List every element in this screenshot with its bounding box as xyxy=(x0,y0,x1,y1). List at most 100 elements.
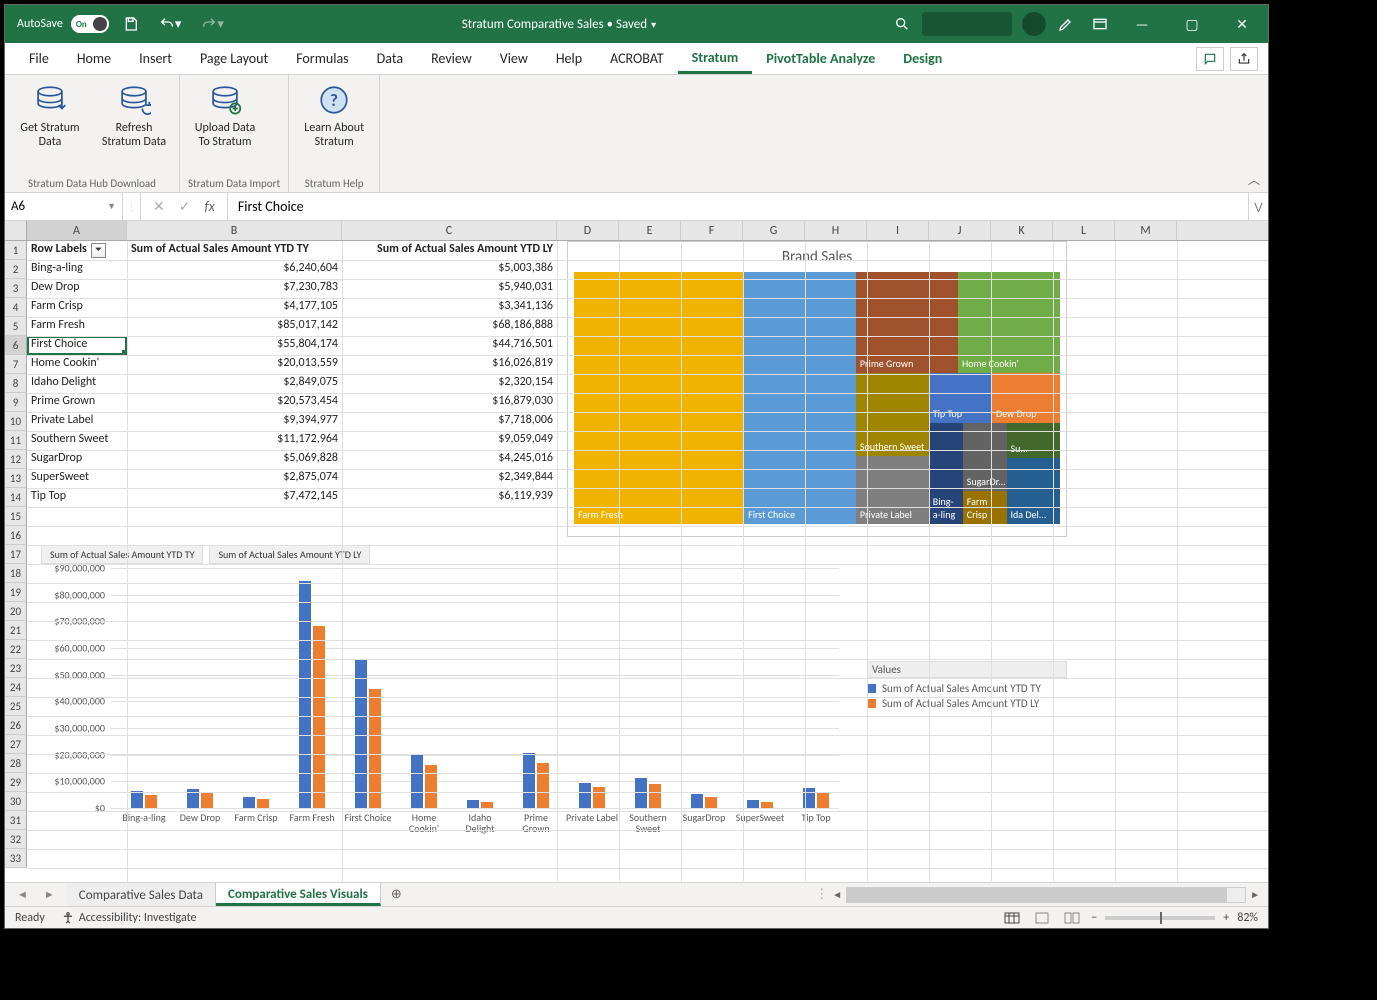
column-header[interactable]: C xyxy=(342,221,557,240)
value-cell[interactable]: $20,573,454 xyxy=(127,393,342,412)
row-label-cell[interactable]: Home Cookin' xyxy=(27,355,127,374)
bar[interactable] xyxy=(411,755,423,808)
bar[interactable] xyxy=(355,659,367,808)
treemap-block[interactable]: Dew Drop xyxy=(992,373,1060,423)
formula-input[interactable]: First Choice xyxy=(228,193,1248,220)
row-label-cell[interactable]: Idaho Delight xyxy=(27,374,127,393)
row-header[interactable]: 16 xyxy=(5,526,27,545)
ribbon-display-icon[interactable] xyxy=(1086,12,1114,36)
pen-icon[interactable] xyxy=(1052,12,1080,36)
row-header[interactable]: 10 xyxy=(5,412,27,431)
row-header[interactable]: 24 xyxy=(5,678,27,697)
redo-icon[interactable]: ▾ xyxy=(195,12,230,36)
value-cell[interactable]: $9,394,977 xyxy=(127,412,342,431)
row-header[interactable]: 31 xyxy=(5,811,27,830)
bar[interactable] xyxy=(593,787,605,808)
row-label-cell[interactable]: Farm Fresh xyxy=(27,317,127,336)
column-header[interactable]: I xyxy=(867,221,929,240)
column-header[interactable]: E xyxy=(619,221,681,240)
value-cell[interactable]: $11,172,964 xyxy=(127,431,342,450)
value-cell[interactable]: $5,003,386 xyxy=(342,260,557,279)
row-label-cell[interactable]: Prime Grown xyxy=(27,393,127,412)
horizontal-scrollbar[interactable] xyxy=(846,887,1246,903)
title-dropdown-icon[interactable]: ▾ xyxy=(651,18,656,31)
bar[interactable] xyxy=(313,626,325,808)
column-header[interactable]: M xyxy=(1115,221,1177,240)
bar[interactable] xyxy=(537,763,549,808)
tab-home[interactable]: Home xyxy=(63,43,125,74)
row-header[interactable]: 14 xyxy=(5,488,27,507)
fx-icon[interactable]: fx xyxy=(204,198,214,215)
value-cell[interactable]: $2,320,154 xyxy=(342,374,557,393)
treemap-block[interactable]: First Choice xyxy=(744,272,856,524)
tab-data[interactable]: Data xyxy=(363,43,417,74)
column-header[interactable]: H xyxy=(805,221,867,240)
tab-page-layout[interactable]: Page Layout xyxy=(186,43,282,74)
row-header[interactable]: 2 xyxy=(5,260,27,279)
row-header[interactable]: 23 xyxy=(5,659,27,678)
bar[interactable] xyxy=(201,792,213,808)
get-stratum-data-button[interactable]: Get Stratum Data xyxy=(13,79,87,150)
search-icon[interactable] xyxy=(888,12,916,36)
bar[interactable] xyxy=(705,797,717,808)
bar[interactable] xyxy=(257,799,269,808)
value-cell[interactable]: $4,177,105 xyxy=(127,298,342,317)
value-cell[interactable]: $20,013,559 xyxy=(127,355,342,374)
worksheet-grid[interactable]: ABCDEFGHIJKLM 12345678910111213141516171… xyxy=(5,221,1268,882)
accept-formula-icon[interactable]: ✓ xyxy=(179,198,191,215)
zoom-slider[interactable] xyxy=(1105,916,1215,920)
row-label-cell[interactable]: SuperSweet xyxy=(27,469,127,488)
bar[interactable] xyxy=(523,753,535,808)
account-name[interactable] xyxy=(922,12,1012,36)
bar-chart[interactable]: Sum of Actual Sales Amount YTD TYSum of … xyxy=(33,541,1067,847)
row-header[interactable]: 26 xyxy=(5,716,27,735)
row-header[interactable]: 3 xyxy=(5,279,27,298)
expand-formula-bar-icon[interactable]: ⋁ xyxy=(1248,193,1268,220)
column-header[interactable]: A xyxy=(27,221,127,240)
row-header[interactable]: 20 xyxy=(5,602,27,621)
row-header[interactable]: 22 xyxy=(5,640,27,659)
row-header[interactable]: 17 xyxy=(5,545,27,564)
treemap-block[interactable]: Tip Top xyxy=(929,373,992,423)
bar[interactable] xyxy=(747,800,759,808)
value-cell[interactable]: $55,804,174 xyxy=(127,336,342,355)
comments-button[interactable] xyxy=(1196,47,1224,71)
value-cell[interactable]: $7,230,783 xyxy=(127,279,342,298)
column-header[interactable]: B xyxy=(127,221,342,240)
row-header[interactable]: 19 xyxy=(5,583,27,602)
row-label-cell[interactable]: Tip Top xyxy=(27,488,127,507)
row-header[interactable]: 6 xyxy=(5,336,27,355)
treemap-block[interactable]: Home Cookin' xyxy=(958,272,1060,373)
zoom-in-icon[interactable]: + xyxy=(1223,911,1229,925)
close-button[interactable]: ✕ xyxy=(1220,5,1264,43)
tab-pivottable-analyze[interactable]: PivotTable Analyze xyxy=(752,43,889,74)
row-header[interactable]: 30 xyxy=(5,792,27,811)
row-header[interactable]: 8 xyxy=(5,374,27,393)
treemap-block[interactable]: Bing-a-ling xyxy=(929,423,963,524)
share-button[interactable] xyxy=(1230,47,1258,71)
bar[interactable] xyxy=(369,689,381,808)
filter-icon[interactable]: ⏷ xyxy=(91,243,106,258)
value-cell[interactable]: $2,849,075 xyxy=(127,374,342,393)
zoom-level[interactable]: 82% xyxy=(1237,911,1258,925)
row-label-cell[interactable]: Dew Drop xyxy=(27,279,127,298)
page-layout-view-icon[interactable] xyxy=(1031,910,1053,926)
row-label-cell[interactable]: Private Label xyxy=(27,412,127,431)
row-header[interactable]: 28 xyxy=(5,754,27,773)
row-header[interactable]: 15 xyxy=(5,507,27,526)
row-header[interactable]: 18 xyxy=(5,564,27,583)
chevron-down-icon[interactable]: ▼ xyxy=(107,201,116,212)
bar[interactable] xyxy=(131,791,143,808)
row-header[interactable]: 13 xyxy=(5,469,27,488)
row-header[interactable]: 21 xyxy=(5,621,27,640)
accessibility-button[interactable]: Accessibility: Investigate xyxy=(61,911,197,925)
row-header[interactable]: 29 xyxy=(5,773,27,792)
column-header[interactable]: D xyxy=(557,221,619,240)
sheet-divider-icon[interactable]: ⋮ xyxy=(815,887,828,902)
value-cell[interactable]: $2,349,844 xyxy=(342,469,557,488)
name-box-menu[interactable]: ⋮ xyxy=(123,193,141,220)
sheet-prev-icon[interactable]: ◄ xyxy=(17,888,28,901)
bar[interactable] xyxy=(467,800,479,808)
row-header[interactable]: 12 xyxy=(5,450,27,469)
value-cell[interactable]: $6,240,604 xyxy=(127,260,342,279)
